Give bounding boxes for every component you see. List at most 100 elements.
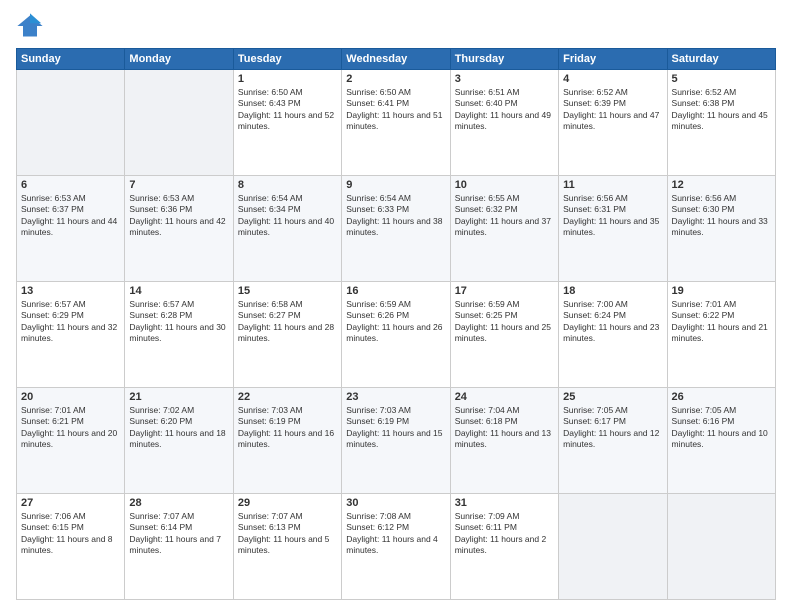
day-number: 31 <box>455 497 554 509</box>
day-info: Sunrise: 7:03 AMSunset: 6:19 PMDaylight:… <box>238 405 337 451</box>
calendar-cell: 26 Sunrise: 7:05 AMSunset: 6:16 PMDayligh… <box>667 388 775 494</box>
day-number: 26 <box>672 391 771 403</box>
calendar-table: SundayMondayTuesdayWednesdayThursdayFrid… <box>16 48 776 600</box>
day-info: Sunrise: 6:51 AMSunset: 6:40 PMDaylight:… <box>455 87 554 133</box>
day-number: 25 <box>563 391 662 403</box>
day-number: 9 <box>346 179 445 191</box>
day-info: Sunrise: 7:02 AMSunset: 6:20 PMDaylight:… <box>129 405 228 451</box>
weekday-header-row: SundayMondayTuesdayWednesdayThursdayFrid… <box>17 49 776 70</box>
calendar-cell: 11 Sunrise: 6:56 AMSunset: 6:31 PMDayligh… <box>559 176 667 282</box>
calendar-page: SundayMondayTuesdayWednesdayThursdayFrid… <box>0 0 792 612</box>
day-number: 24 <box>455 391 554 403</box>
calendar-cell: 8 Sunrise: 6:54 AMSunset: 6:34 PMDaylight… <box>233 176 341 282</box>
weekday-header-saturday: Saturday <box>667 49 775 70</box>
day-number: 17 <box>455 285 554 297</box>
logo-icon <box>16 12 44 40</box>
calendar-cell: 31 Sunrise: 7:09 AMSunset: 6:11 PMDayligh… <box>450 494 558 600</box>
day-info: Sunrise: 7:05 AMSunset: 6:16 PMDaylight:… <box>672 405 771 451</box>
day-number: 16 <box>346 285 445 297</box>
day-info: Sunrise: 6:53 AMSunset: 6:37 PMDaylight:… <box>21 193 120 239</box>
calendar-cell: 22 Sunrise: 7:03 AMSunset: 6:19 PMDayligh… <box>233 388 341 494</box>
day-number: 11 <box>563 179 662 191</box>
day-info: Sunrise: 7:01 AMSunset: 6:21 PMDaylight:… <box>21 405 120 451</box>
calendar-cell: 12Sunrise: 6:56 AMSunset: 6:30 PMDayligh… <box>667 176 775 282</box>
day-info: Sunrise: 6:50 AMSunset: 6:41 PMDaylight:… <box>346 87 445 133</box>
calendar-cell: 20Sunrise: 7:01 AMSunset: 6:21 PMDayligh… <box>17 388 125 494</box>
calendar-cell: 24 Sunrise: 7:04 AMSunset: 6:18 PMDayligh… <box>450 388 558 494</box>
calendar-cell: 25Sunrise: 7:05 AMSunset: 6:17 PMDayligh… <box>559 388 667 494</box>
header <box>16 12 776 40</box>
calendar-cell: 15Sunrise: 6:58 AMSunset: 6:27 PMDayligh… <box>233 282 341 388</box>
day-number: 14 <box>129 285 228 297</box>
day-number: 19 <box>672 285 771 297</box>
day-info: Sunrise: 6:54 AMSunset: 6:34 PMDaylight:… <box>238 193 337 239</box>
day-number: 29 <box>238 497 337 509</box>
calendar-cell: 6 Sunrise: 6:53 AMSunset: 6:37 PMDaylight… <box>17 176 125 282</box>
day-number: 22 <box>238 391 337 403</box>
day-info: Sunrise: 6:56 AMSunset: 6:31 PMDaylight:… <box>563 193 662 239</box>
day-info: Sunrise: 6:59 AMSunset: 6:26 PMDaylight:… <box>346 299 445 345</box>
calendar-cell <box>559 494 667 600</box>
day-info: Sunrise: 7:03 AMSunset: 6:19 PMDaylight:… <box>346 405 445 451</box>
day-info: Sunrise: 6:53 AMSunset: 6:36 PMDaylight:… <box>129 193 228 239</box>
day-number: 23 <box>346 391 445 403</box>
logo <box>16 12 48 40</box>
day-info: Sunrise: 6:56 AMSunset: 6:30 PMDaylight:… <box>672 193 771 239</box>
day-info: Sunrise: 7:08 AMSunset: 6:12 PMDaylight:… <box>346 511 445 557</box>
day-number: 1 <box>238 73 337 85</box>
calendar-cell: 9 Sunrise: 6:54 AMSunset: 6:33 PMDaylight… <box>342 176 450 282</box>
calendar-cell <box>667 494 775 600</box>
calendar-cell: 13Sunrise: 6:57 AMSunset: 6:29 PMDayligh… <box>17 282 125 388</box>
day-info: Sunrise: 7:09 AMSunset: 6:11 PMDaylight:… <box>455 511 554 557</box>
calendar-week-row: 13Sunrise: 6:57 AMSunset: 6:29 PMDayligh… <box>17 282 776 388</box>
calendar-cell: 3 Sunrise: 6:51 AMSunset: 6:40 PMDaylight… <box>450 70 558 176</box>
day-info: Sunrise: 6:59 AMSunset: 6:25 PMDaylight:… <box>455 299 554 345</box>
day-number: 6 <box>21 179 120 191</box>
calendar-cell: 7 Sunrise: 6:53 AMSunset: 6:36 PMDaylight… <box>125 176 233 282</box>
calendar-cell: 21 Sunrise: 7:02 AMSunset: 6:20 PMDayligh… <box>125 388 233 494</box>
day-number: 2 <box>346 73 445 85</box>
calendar-cell: 4 Sunrise: 6:52 AMSunset: 6:39 PMDaylight… <box>559 70 667 176</box>
day-number: 13 <box>21 285 120 297</box>
day-info: Sunrise: 7:04 AMSunset: 6:18 PMDaylight:… <box>455 405 554 451</box>
day-info: Sunrise: 6:57 AMSunset: 6:28 PMDaylight:… <box>129 299 228 345</box>
calendar-cell: 14 Sunrise: 6:57 AMSunset: 6:28 PMDayligh… <box>125 282 233 388</box>
day-number: 3 <box>455 73 554 85</box>
day-number: 30 <box>346 497 445 509</box>
day-number: 27 <box>21 497 120 509</box>
day-info: Sunrise: 6:58 AMSunset: 6:27 PMDaylight:… <box>238 299 337 345</box>
calendar-cell: 28Sunrise: 7:07 AMSunset: 6:14 PMDayligh… <box>125 494 233 600</box>
calendar-cell: 17 Sunrise: 6:59 AMSunset: 6:25 PMDayligh… <box>450 282 558 388</box>
calendar-cell: 27 Sunrise: 7:06 AMSunset: 6:15 PMDayligh… <box>17 494 125 600</box>
calendar-cell: 5 Sunrise: 6:52 AMSunset: 6:38 PMDaylight… <box>667 70 775 176</box>
calendar-week-row: 1Sunrise: 6:50 AMSunset: 6:43 PMDaylight… <box>17 70 776 176</box>
weekday-header-friday: Friday <box>559 49 667 70</box>
weekday-header-wednesday: Wednesday <box>342 49 450 70</box>
day-number: 21 <box>129 391 228 403</box>
weekday-header-tuesday: Tuesday <box>233 49 341 70</box>
calendar-cell <box>125 70 233 176</box>
calendar-week-row: 27 Sunrise: 7:06 AMSunset: 6:15 PMDayligh… <box>17 494 776 600</box>
day-info: Sunrise: 6:54 AMSunset: 6:33 PMDaylight:… <box>346 193 445 239</box>
day-info: Sunrise: 6:52 AMSunset: 6:39 PMDaylight:… <box>563 87 662 133</box>
day-info: Sunrise: 6:55 AMSunset: 6:32 PMDaylight:… <box>455 193 554 239</box>
day-number: 7 <box>129 179 228 191</box>
calendar-cell: 29Sunrise: 7:07 AMSunset: 6:13 PMDayligh… <box>233 494 341 600</box>
calendar-cell: 30 Sunrise: 7:08 AMSunset: 6:12 PMDayligh… <box>342 494 450 600</box>
weekday-header-thursday: Thursday <box>450 49 558 70</box>
day-info: Sunrise: 6:52 AMSunset: 6:38 PMDaylight:… <box>672 87 771 133</box>
day-info: Sunrise: 7:07 AMSunset: 6:14 PMDaylight:… <box>129 511 228 557</box>
calendar-cell: 19Sunrise: 7:01 AMSunset: 6:22 PMDayligh… <box>667 282 775 388</box>
day-info: Sunrise: 7:00 AMSunset: 6:24 PMDaylight:… <box>563 299 662 345</box>
day-info: Sunrise: 7:06 AMSunset: 6:15 PMDaylight:… <box>21 511 120 557</box>
calendar-cell: 18Sunrise: 7:00 AMSunset: 6:24 PMDayligh… <box>559 282 667 388</box>
calendar-cell: 2 Sunrise: 6:50 AMSunset: 6:41 PMDaylight… <box>342 70 450 176</box>
calendar-cell <box>17 70 125 176</box>
day-number: 4 <box>563 73 662 85</box>
day-number: 5 <box>672 73 771 85</box>
calendar-week-row: 6 Sunrise: 6:53 AMSunset: 6:37 PMDaylight… <box>17 176 776 282</box>
day-number: 10 <box>455 179 554 191</box>
day-number: 8 <box>238 179 337 191</box>
weekday-header-monday: Monday <box>125 49 233 70</box>
calendar-cell: 1Sunrise: 6:50 AMSunset: 6:43 PMDaylight… <box>233 70 341 176</box>
